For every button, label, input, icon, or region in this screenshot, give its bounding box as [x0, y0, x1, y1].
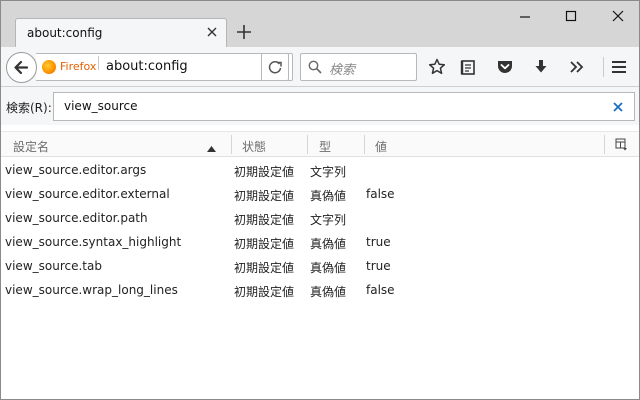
tab-about-config[interactable]: about:config — [15, 18, 227, 47]
downloads-icon[interactable] — [531, 57, 551, 77]
search-placeholder: 検索 — [329, 63, 356, 78]
pref-name: view_source.syntax_highlight — [5, 235, 182, 249]
reload-icon — [268, 61, 282, 74]
pocket-icon[interactable] — [495, 57, 515, 77]
column-header-type[interactable]: 型 — [319, 138, 331, 155]
pref-status: 初期設定値 — [234, 237, 295, 251]
pref-type: 真偽値 — [310, 237, 347, 251]
pref-type: 真偽値 — [310, 189, 347, 203]
navigation-bar: Firefox about:config 検索 — [1, 47, 639, 87]
column-separator[interactable] — [231, 135, 232, 154]
column-header-name[interactable]: 設定名 — [13, 138, 49, 155]
config-search-value: view_source — [64, 99, 138, 113]
pref-type: 真偽値 — [310, 285, 347, 299]
pref-name: view_source.wrap_long_lines — [5, 283, 178, 297]
url-text[interactable]: about:config — [106, 59, 188, 74]
url-bar[interactable]: Firefox about:config — [36, 53, 293, 81]
sort-ascending-icon — [207, 141, 216, 152]
table-row[interactable]: view_source.editor.path 初期設定値 文字列 — [1, 206, 639, 230]
pref-status: 初期設定値 — [234, 261, 295, 275]
clear-search-icon[interactable] — [612, 101, 624, 113]
search-bar[interactable]: 検索 — [300, 53, 417, 81]
config-search-input[interactable]: view_source — [53, 92, 635, 121]
pref-status: 初期設定値 — [234, 189, 295, 203]
pref-name: view_source.editor.path — [5, 211, 148, 225]
firefox-logo-icon — [42, 60, 56, 74]
minimize-icon[interactable] — [514, 8, 536, 26]
toolbar-separator — [603, 57, 604, 77]
browser-window: about:config Firefox about:config 検索 検索(… — [0, 0, 640, 400]
column-header-status[interactable]: 状態 — [242, 138, 266, 155]
pref-name: view_source.tab — [5, 259, 102, 273]
identity-separator — [98, 56, 99, 70]
pref-type: 文字列 — [310, 213, 347, 227]
close-icon[interactable] — [607, 8, 629, 26]
pref-name: view_source.editor.external — [5, 187, 170, 201]
new-tab-icon[interactable] — [234, 22, 254, 42]
column-separator[interactable] — [307, 135, 308, 154]
pref-value: true — [366, 235, 391, 249]
table-row[interactable]: view_source.syntax_highlight 初期設定値 真偽値 t… — [1, 230, 639, 254]
identity-label: Firefox — [60, 60, 97, 73]
pref-name: view_source.editor.args — [5, 163, 147, 177]
pref-status: 初期設定値 — [234, 285, 295, 299]
column-separator[interactable] — [604, 135, 605, 154]
tab-close-icon[interactable] — [204, 24, 220, 40]
config-table-body: view_source.editor.args 初期設定値 文字列 view_s… — [1, 158, 639, 302]
hamburger-menu-icon[interactable] — [609, 57, 629, 77]
column-picker-icon[interactable] — [615, 138, 628, 151]
tab-strip: about:config — [1, 1, 639, 47]
bookmarks-menu-icon[interactable] — [458, 57, 478, 77]
pref-type: 真偽値 — [310, 261, 347, 275]
column-separator[interactable] — [364, 135, 365, 154]
maximize-icon[interactable] — [560, 8, 582, 26]
bookmark-star-icon[interactable] — [427, 57, 447, 77]
pref-value: false — [366, 283, 395, 297]
back-button[interactable] — [6, 52, 37, 83]
overflow-chevron-icon[interactable] — [567, 57, 587, 77]
reload-button[interactable] — [261, 53, 289, 81]
filter-label: 検索(R): — [6, 101, 52, 115]
search-icon — [308, 60, 322, 74]
pref-value: true — [366, 259, 391, 273]
config-filter-row: 検索(R): view_source — [1, 87, 639, 125]
pref-value: false — [366, 187, 395, 201]
pref-type: 文字列 — [310, 165, 347, 179]
table-row[interactable]: view_source.wrap_long_lines 初期設定値 真偽値 fa… — [1, 278, 639, 302]
back-arrow-icon — [14, 60, 29, 75]
table-row[interactable]: view_source.tab 初期設定値 真偽値 true — [1, 254, 639, 278]
tab-title: about:config — [27, 26, 103, 40]
pref-status: 初期設定値 — [234, 213, 295, 227]
table-row[interactable]: view_source.editor.external 初期設定値 真偽値 fa… — [1, 182, 639, 206]
config-table-header: 設定名 状態 型 値 — [1, 131, 639, 157]
pref-status: 初期設定値 — [234, 165, 295, 179]
column-header-value[interactable]: 値 — [375, 138, 387, 155]
table-row[interactable]: view_source.editor.args 初期設定値 文字列 — [1, 158, 639, 182]
